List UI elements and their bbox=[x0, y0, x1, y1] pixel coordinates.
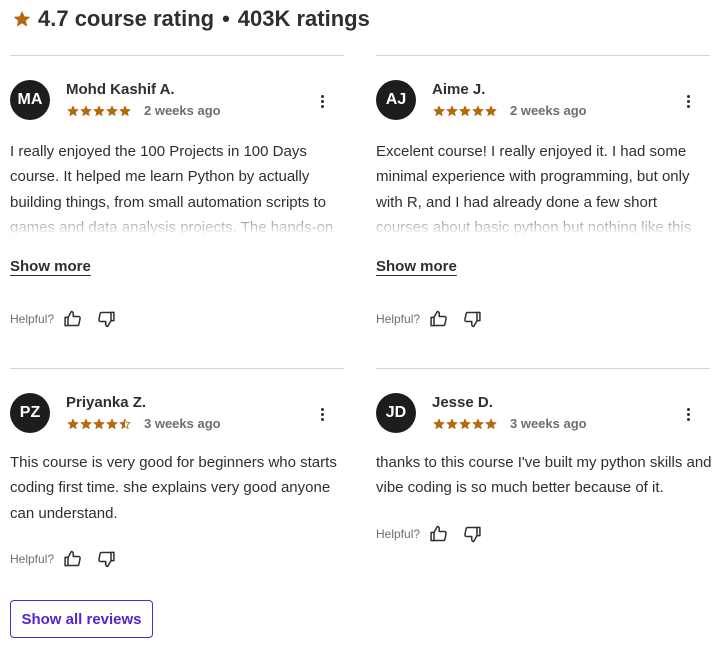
star-icon bbox=[119, 418, 131, 429]
star-rating bbox=[67, 105, 131, 117]
helpful-label: Helpful? bbox=[376, 312, 421, 326]
thumbs-up-icon[interactable] bbox=[428, 523, 450, 545]
ratings-count: 403K ratings bbox=[237, 6, 370, 31]
separator-dot: • bbox=[222, 6, 230, 31]
star-icon bbox=[93, 105, 105, 116]
reviewer-name: Jesse D. bbox=[432, 394, 493, 411]
thumbs-up-icon[interactable] bbox=[428, 308, 450, 330]
star-icon bbox=[433, 418, 445, 429]
show-more-link[interactable]: Show more bbox=[10, 258, 91, 275]
avatar: JD bbox=[376, 393, 416, 433]
thumbs-down-icon[interactable] bbox=[461, 523, 483, 545]
more-options-icon[interactable] bbox=[312, 404, 332, 424]
star-icon bbox=[80, 105, 92, 116]
helpful-row: Helpful? bbox=[376, 308, 494, 330]
star-icon bbox=[485, 105, 497, 116]
star-icon bbox=[67, 418, 79, 429]
review-card: AJ Aime J. 2 weeks ago Excelent course! … bbox=[376, 56, 710, 356]
more-options-icon[interactable] bbox=[678, 91, 698, 111]
star-rating bbox=[433, 418, 497, 430]
review-text: I really enjoyed the 100 Projects in 100… bbox=[10, 143, 334, 235]
thumbs-down-icon[interactable] bbox=[95, 548, 117, 570]
star-icon bbox=[446, 418, 458, 429]
avatar: PZ bbox=[10, 393, 50, 433]
star-icon bbox=[459, 418, 471, 429]
star-icon bbox=[67, 105, 79, 116]
review-card: JD Jesse D. 3 weeks ago thanks to this c… bbox=[376, 369, 712, 569]
review-date: 3 weeks ago bbox=[144, 416, 221, 431]
star-icon bbox=[106, 418, 118, 429]
reviewer-name: Mohd Kashif A. bbox=[66, 81, 175, 98]
star-icon bbox=[433, 105, 445, 116]
star-icon bbox=[446, 105, 458, 116]
show-all-reviews-button[interactable]: Show all reviews bbox=[10, 600, 153, 638]
more-options-icon[interactable] bbox=[678, 404, 698, 424]
review-text: This course is very good for beginners w… bbox=[10, 454, 337, 522]
avatar: AJ bbox=[376, 80, 416, 120]
helpful-row: Helpful? bbox=[10, 548, 128, 570]
star-icon bbox=[13, 10, 31, 27]
star-icon bbox=[459, 105, 471, 116]
helpful-row: Helpful? bbox=[376, 523, 494, 545]
thumbs-up-icon[interactable] bbox=[62, 548, 84, 570]
review-card: PZ Priyanka Z. 3 weeks ago This course i… bbox=[10, 369, 344, 589]
thumbs-up-icon[interactable] bbox=[62, 308, 84, 330]
thumbs-down-icon[interactable] bbox=[461, 308, 483, 330]
course-rating-text: 4.7 course rating bbox=[38, 6, 215, 31]
helpful-label: Helpful? bbox=[10, 552, 55, 566]
star-icon bbox=[106, 105, 118, 116]
star-icon bbox=[472, 418, 484, 429]
star-icon bbox=[472, 105, 484, 116]
review-card: MA Mohd Kashif A. 2 weeks ago I really e… bbox=[10, 56, 344, 356]
helpful-row: Helpful? bbox=[10, 308, 128, 330]
review-text: thanks to this course I've built my pyth… bbox=[376, 454, 712, 497]
star-rating bbox=[67, 418, 131, 430]
review-date: 2 weeks ago bbox=[510, 103, 587, 118]
show-more-link[interactable]: Show more bbox=[376, 258, 457, 275]
review-date: 2 weeks ago bbox=[144, 103, 221, 118]
reviewer-name: Aime J. bbox=[432, 81, 486, 98]
more-options-icon[interactable] bbox=[312, 91, 332, 111]
star-icon bbox=[485, 418, 497, 429]
review-date: 3 weeks ago bbox=[510, 416, 587, 431]
thumbs-down-icon[interactable] bbox=[95, 308, 117, 330]
star-rating bbox=[433, 105, 497, 117]
course-rating-header: 4.7 course rating • 403K ratings bbox=[12, 4, 370, 34]
reviewer-name: Priyanka Z. bbox=[66, 394, 147, 411]
helpful-label: Helpful? bbox=[376, 527, 421, 541]
star-icon bbox=[119, 105, 131, 116]
star-icon bbox=[93, 418, 105, 429]
review-text: Excelent course! I really enjoyed it. I … bbox=[376, 143, 692, 235]
helpful-label: Helpful? bbox=[10, 312, 55, 326]
star-icon bbox=[80, 418, 92, 429]
avatar: MA bbox=[10, 80, 50, 120]
